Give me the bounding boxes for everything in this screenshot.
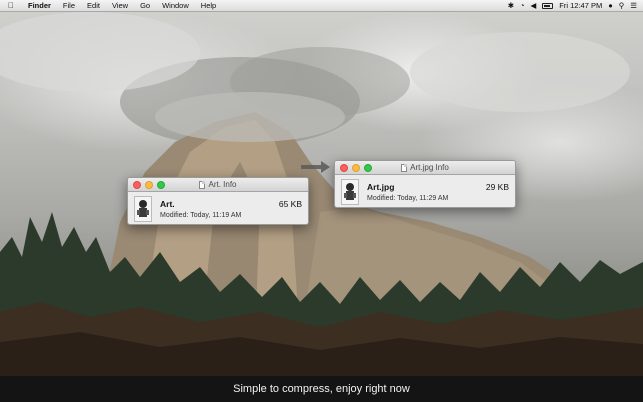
minimize-button[interactable]	[352, 164, 360, 172]
bluetooth-icon[interactable]: ✱	[508, 0, 514, 12]
file-thumbnail	[341, 179, 359, 205]
mountain-landscape	[0, 12, 643, 376]
menu-help[interactable]: Help	[195, 0, 222, 12]
info-window-original[interactable]: Art. Info Art. 65 KB Modified: Today, 11…	[127, 177, 309, 225]
document-icon	[401, 163, 408, 172]
window-title-text: Art. Info	[208, 180, 237, 189]
close-button[interactable]	[340, 164, 348, 172]
info-body: Art.jpg 29 KB Modified: Today, 11:29 AM	[335, 175, 515, 207]
file-thumbnail	[134, 196, 152, 222]
clock[interactable]: Fri 12:47 PM	[559, 0, 602, 12]
file-name: Art.jpg	[367, 182, 395, 192]
menu-file[interactable]: File	[57, 0, 81, 12]
art-thumbnail-icon	[137, 200, 149, 217]
close-button[interactable]	[133, 181, 141, 189]
caption-text: Simple to compress, enjoy right now	[233, 383, 410, 395]
minimize-button[interactable]	[145, 181, 153, 189]
caption-bar: Simple to compress, enjoy right now	[0, 376, 643, 402]
modified-date: Modified: Today, 11:29 AM	[367, 195, 449, 202]
volume-icon[interactable]: ◀	[531, 0, 537, 12]
menu-window[interactable]: Window	[156, 0, 195, 12]
zoom-button[interactable]	[157, 181, 165, 189]
zoom-button[interactable]	[364, 164, 372, 172]
menu-finder[interactable]: Finder	[22, 0, 57, 12]
modified-date: Modified: Today, 11:19 AM	[160, 212, 242, 219]
window-title: Art. Info	[199, 180, 237, 189]
user-icon[interactable]: ●	[608, 0, 613, 12]
file-size: 65 KB	[278, 199, 302, 209]
file-size: 29 KB	[485, 182, 509, 192]
menu-edit[interactable]: Edit	[81, 0, 106, 12]
notification-center-icon[interactable]: ☰	[630, 0, 637, 12]
info-window-compressed[interactable]: Art.jpg Info Art.jpg 29 KB Modified: Tod…	[334, 160, 516, 208]
status-area: ✱ ◔ ◀ Fri 12:47 PM ● ⚲ ☰	[508, 0, 643, 12]
window-title-text: Art.jpg Info	[410, 163, 449, 172]
wifi-icon[interactable]: ◔	[520, 0, 525, 12]
window-titlebar[interactable]: Art.jpg Info	[335, 161, 515, 175]
document-icon	[199, 180, 206, 189]
window-titlebar[interactable]: Art. Info	[128, 178, 308, 192]
traffic-lights	[133, 181, 165, 189]
menu-bar:  Finder File Edit View Go Window Help ✱…	[0, 0, 643, 12]
traffic-lights	[340, 164, 372, 172]
desktop-wallpaper	[0, 12, 643, 376]
art-thumbnail-icon	[344, 183, 356, 200]
menu-go[interactable]: Go	[134, 0, 156, 12]
arrow-right-icon	[301, 161, 330, 173]
window-title: Art.jpg Info	[401, 163, 449, 172]
apple-icon[interactable]: 	[0, 1, 22, 10]
battery-icon[interactable]	[542, 2, 554, 9]
info-body: Art. 65 KB Modified: Today, 11:19 AM	[128, 192, 308, 224]
spotlight-icon[interactable]: ⚲	[619, 0, 625, 12]
menu-view[interactable]: View	[106, 0, 134, 12]
file-name: Art.	[160, 199, 175, 209]
